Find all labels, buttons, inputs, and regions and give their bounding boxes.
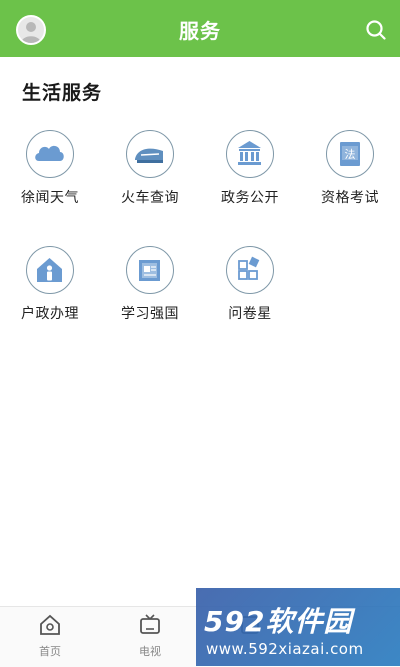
service-survey[interactable]: 问卷星 <box>200 246 300 323</box>
survey-blocks-icon <box>238 256 260 280</box>
top-bar: 服务 <box>0 0 400 57</box>
service-train[interactable]: 火车查询 <box>100 130 200 207</box>
search-button[interactable] <box>364 18 388 42</box>
household-icon-circle <box>26 246 74 294</box>
service-study[interactable]: 学习强国 <box>100 246 200 323</box>
service-household[interactable]: 户政办理 <box>0 246 100 323</box>
section-title: 生活服务 <box>22 82 103 104</box>
study-icon-circle <box>126 246 174 294</box>
government-building-icon <box>238 141 261 165</box>
home-icon <box>40 614 60 635</box>
tab-label: 首页 <box>39 645 61 658</box>
search-icon <box>366 20 386 40</box>
study-book-icon <box>139 260 160 281</box>
law-book-icon: 法 <box>340 142 360 166</box>
tab-label: 电视 <box>139 645 161 658</box>
cloud-icon <box>35 145 64 161</box>
service-label: 徐闻天气 <box>21 190 79 206</box>
service-exam[interactable]: 法 资格考试 <box>300 130 400 207</box>
train-icon <box>135 148 163 163</box>
watermark-brand: 592软件园 <box>204 605 353 638</box>
survey-icon-circle <box>226 246 274 294</box>
tab-tv[interactable]: 电视 <box>120 613 180 659</box>
service-label: 火车查询 <box>121 190 179 206</box>
service-weather[interactable]: 徐闻天气 <box>0 130 100 207</box>
train-icon-circle <box>126 130 174 178</box>
service-label: 户政办理 <box>21 306 79 322</box>
watermark: 592软件园 www.592xiazai.com <box>196 588 400 666</box>
tab-home[interactable]: 首页 <box>20 613 80 659</box>
watermark-url: www.592xiazai.com <box>206 640 364 658</box>
house-person-icon <box>37 258 62 282</box>
weather-icon-circle <box>26 130 74 178</box>
service-gov[interactable]: 政务公开 <box>200 130 300 207</box>
gov-icon-circle <box>226 130 274 178</box>
service-label: 资格考试 <box>321 190 379 206</box>
svg-text:法: 法 <box>345 147 356 161</box>
page-title: 服务 <box>179 19 221 43</box>
exam-icon-circle: 法 <box>326 130 374 178</box>
service-label: 学习强国 <box>121 306 179 322</box>
service-label: 政务公开 <box>221 190 279 206</box>
service-label: 问卷星 <box>228 306 272 322</box>
tv-icon <box>140 614 160 634</box>
